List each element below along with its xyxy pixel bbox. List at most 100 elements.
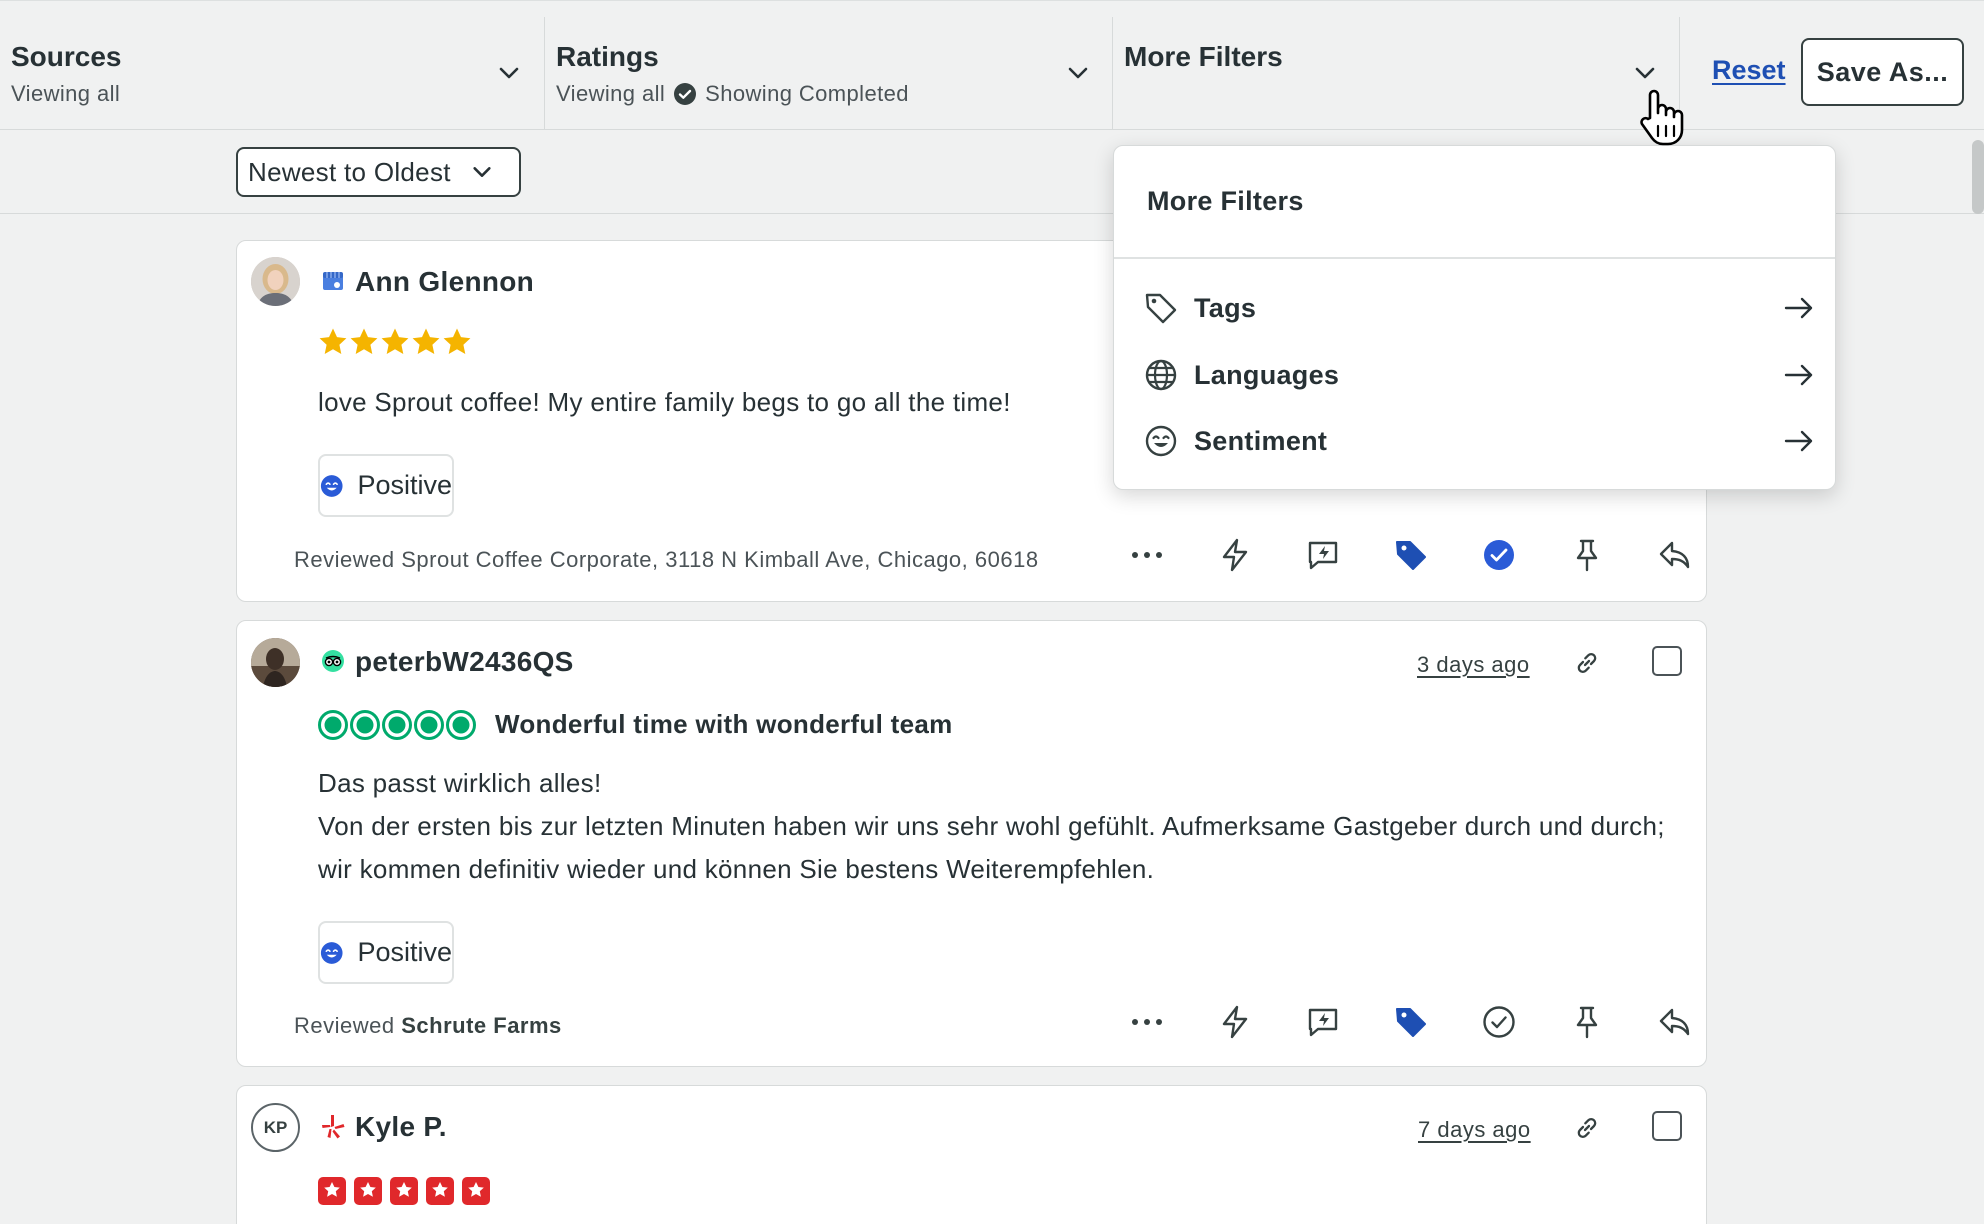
dropdown-item-label: Sentiment bbox=[1194, 425, 1328, 456]
avatar: KP bbox=[251, 1103, 300, 1152]
positive-sentiment-icon bbox=[320, 941, 343, 964]
tag-icon bbox=[1145, 293, 1177, 324]
reply-button[interactable] bbox=[1631, 539, 1719, 571]
check-circle-icon bbox=[674, 83, 697, 105]
sentiment-label: Positive bbox=[357, 937, 452, 967]
quick-action-button[interactable] bbox=[1191, 538, 1279, 572]
sort-select[interactable]: Newest to Oldest bbox=[236, 147, 521, 197]
tag-filled-icon bbox=[1396, 541, 1426, 570]
divider bbox=[1114, 257, 1835, 259]
chevron-down-icon bbox=[473, 167, 491, 177]
reviewer-name: Ann Glennon bbox=[355, 266, 535, 297]
review-title: Wonderful time with wonderful team bbox=[495, 709, 953, 739]
pin-button[interactable] bbox=[1543, 1005, 1631, 1039]
complete-button[interactable] bbox=[1455, 1005, 1543, 1039]
reviewed-location: Reviewed Schrute Farms bbox=[294, 1013, 562, 1039]
check-circle-filled-icon bbox=[1484, 540, 1514, 570]
reply-suggestion-button[interactable] bbox=[1279, 538, 1367, 572]
review-actions bbox=[1103, 1002, 1719, 1042]
reply-icon bbox=[1659, 1008, 1690, 1036]
select-checkbox[interactable] bbox=[1652, 646, 1682, 676]
reply-button[interactable] bbox=[1631, 1006, 1719, 1038]
arrow-right-icon bbox=[1784, 297, 1813, 319]
review-text: love Sprout coffee! My entire family beg… bbox=[318, 387, 1011, 417]
tag-button[interactable] bbox=[1367, 538, 1455, 572]
chevron-down-icon bbox=[1068, 67, 1088, 79]
lightning-icon bbox=[1222, 538, 1248, 572]
reviewed-prefix: Reviewed bbox=[294, 1013, 395, 1038]
reviewed-prefix: Reviewed bbox=[294, 547, 395, 572]
pin-button[interactable] bbox=[1543, 538, 1631, 572]
chevron-down-icon bbox=[499, 67, 519, 79]
location-name: Sprout Coffee Corporate, 3118 N Kimball … bbox=[401, 547, 1039, 572]
review-text: Das passt wirklich alles! Von der ersten… bbox=[318, 762, 1668, 891]
check-circle-icon bbox=[1483, 1006, 1515, 1038]
reviewer-name: Kyle P. bbox=[355, 1111, 447, 1142]
more-filters-dropdown: More Filters Tags Languages Sentiment bbox=[1113, 145, 1836, 490]
pin-icon bbox=[1576, 539, 1598, 572]
ratings-filter[interactable]: Ratings Viewing all Showing Completed bbox=[545, 17, 1113, 130]
reply-suggestion-button[interactable] bbox=[1279, 1005, 1367, 1039]
bubble-rating bbox=[318, 710, 476, 740]
globe-icon bbox=[1145, 359, 1177, 391]
tag-button[interactable] bbox=[1367, 1005, 1455, 1039]
review-actions bbox=[1103, 535, 1719, 575]
google-business-icon bbox=[323, 272, 343, 290]
review-text-line: Das passt wirklich alles! bbox=[318, 768, 602, 798]
sentiment-label: Positive bbox=[357, 470, 452, 500]
avatar bbox=[251, 638, 300, 687]
dropdown-item-label: Tags bbox=[1194, 292, 1257, 323]
avatar bbox=[251, 257, 300, 306]
dropdown-item-languages[interactable]: Languages bbox=[1144, 353, 1814, 397]
reviewer-name: peterbW2436QS bbox=[355, 646, 574, 677]
pin-icon bbox=[1576, 1006, 1598, 1039]
review-date-link[interactable]: 7 days ago bbox=[1418, 1117, 1531, 1143]
link-icon[interactable] bbox=[1573, 1114, 1601, 1142]
sources-filter-title: Sources bbox=[11, 41, 122, 72]
ellipsis-icon bbox=[1132, 552, 1162, 558]
quick-action-button[interactable] bbox=[1191, 1005, 1279, 1039]
review-date-link[interactable]: 3 days ago bbox=[1417, 652, 1530, 678]
tag-filled-icon bbox=[1396, 1008, 1426, 1037]
smile-icon bbox=[1145, 425, 1177, 457]
scrollbar-thumb[interactable] bbox=[1972, 140, 1984, 214]
sort-select-value: Newest to Oldest bbox=[248, 156, 451, 187]
review-card: KP Kyle P. 7 days ago bbox=[236, 1085, 1707, 1224]
yelp-icon bbox=[322, 1115, 345, 1139]
location-name: Schrute Farms bbox=[401, 1013, 562, 1038]
ratings-filter-subtitle: Viewing all Showing Completed bbox=[556, 81, 909, 107]
dropdown-title: More Filters bbox=[1147, 186, 1304, 216]
more-filters-title: More Filters bbox=[1124, 41, 1283, 72]
review-card: peterbW2436QS 3 days ago Wonderful time … bbox=[236, 620, 1707, 1067]
more-actions-button[interactable] bbox=[1103, 551, 1191, 559]
sources-filter-subtitle: Viewing all bbox=[11, 81, 120, 107]
save-as-button[interactable]: Save As... bbox=[1801, 38, 1964, 106]
arrow-right-icon bbox=[1784, 364, 1813, 386]
dropdown-item-label: Languages bbox=[1194, 359, 1340, 390]
ratings-filter-value: Viewing all bbox=[556, 81, 666, 106]
reply-icon bbox=[1659, 541, 1690, 569]
more-filters-filter[interactable]: More Filters bbox=[1113, 17, 1680, 130]
ellipsis-icon bbox=[1132, 1019, 1162, 1025]
sentiment-badge[interactable]: Positive bbox=[318, 921, 454, 984]
tripadvisor-icon bbox=[322, 650, 344, 672]
ratings-filter-status: Showing Completed bbox=[705, 81, 909, 106]
chat-lightning-icon bbox=[1308, 541, 1338, 570]
chevron-down-icon bbox=[1635, 67, 1655, 79]
select-checkbox[interactable] bbox=[1652, 1111, 1682, 1141]
sentiment-badge[interactable]: Positive bbox=[318, 454, 454, 517]
more-actions-button[interactable] bbox=[1103, 1018, 1191, 1026]
complete-button[interactable] bbox=[1455, 538, 1543, 572]
reset-link[interactable]: Reset bbox=[1712, 55, 1786, 86]
yelp-star-rating bbox=[318, 1177, 490, 1205]
sources-filter[interactable]: Sources Viewing all bbox=[0, 17, 545, 130]
link-icon[interactable] bbox=[1573, 649, 1601, 677]
dropdown-item-tags[interactable]: Tags bbox=[1144, 286, 1814, 330]
reviewed-location: Reviewed Sprout Coffee Corporate, 3118 N… bbox=[294, 547, 1039, 573]
lightning-icon bbox=[1222, 1005, 1248, 1039]
dropdown-item-sentiment[interactable]: Sentiment bbox=[1144, 419, 1814, 463]
chat-lightning-icon bbox=[1308, 1008, 1338, 1037]
sources-filter-value: Viewing all bbox=[11, 81, 121, 106]
hand-cursor-icon bbox=[1640, 89, 1684, 146]
ratings-filter-title: Ratings bbox=[556, 41, 659, 72]
